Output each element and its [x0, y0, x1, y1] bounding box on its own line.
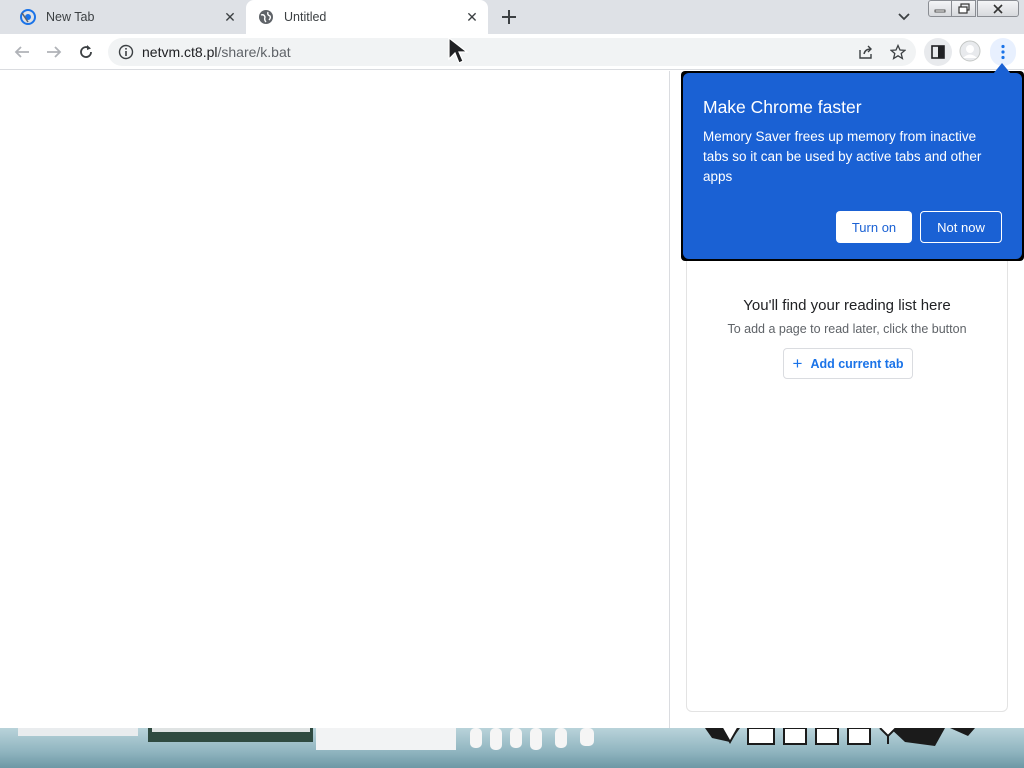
bookmark-star-button[interactable]	[886, 40, 910, 64]
reload-icon	[80, 45, 92, 58]
plus-icon: +	[792, 354, 803, 373]
add-current-tab-button[interactable]: + Add current tab	[783, 348, 913, 379]
tab-search-button[interactable]	[894, 8, 914, 26]
tab-title: Untitled	[284, 10, 327, 24]
profile-button[interactable]	[958, 39, 982, 63]
address-bar[interactable]: netvm.ct8.pl/share/k.bat	[108, 38, 916, 66]
close-tab-icon[interactable]: ✕	[220, 7, 240, 27]
not-now-button[interactable]: Not now	[920, 211, 1002, 243]
star-icon	[890, 44, 906, 60]
reading-list-empty-title: You'll find your reading list here	[743, 297, 951, 314]
chrome-newtab-icon	[20, 9, 36, 25]
url-host: netvm.ct8.pl	[142, 44, 218, 60]
close-tab-icon[interactable]: ✕	[462, 7, 482, 27]
tab-new-tab[interactable]: New Tab ✕	[8, 0, 246, 34]
reading-list-empty-subtitle: To add a page to read later, click the b…	[727, 322, 967, 336]
promo-body: Memory Saver frees up memory from inacti…	[703, 129, 982, 184]
new-tab-button[interactable]	[497, 6, 521, 28]
globe-icon	[259, 10, 273, 24]
chrome-menu-button[interactable]	[990, 38, 1016, 66]
desktop-wallpaper	[0, 728, 1024, 768]
mouse-cursor-icon	[448, 37, 469, 64]
url-path: /share/k.bat	[217, 44, 291, 60]
tab-title: New Tab	[46, 10, 95, 24]
back-button[interactable]	[10, 40, 34, 64]
info-icon[interactable]	[118, 44, 134, 60]
kebab-menu-icon	[1001, 44, 1005, 60]
forward-arrow-icon	[47, 46, 62, 58]
tab-strip: New Tab ✕ Untitled ✕	[0, 0, 1024, 34]
close-icon	[993, 3, 1003, 14]
share-icon	[859, 45, 872, 59]
restore-button[interactable]	[951, 0, 976, 17]
forward-button[interactable]	[42, 40, 66, 64]
minimize-button[interactable]	[928, 0, 952, 17]
tab-untitled[interactable]: Untitled ✕	[246, 0, 488, 34]
chevron-down-icon	[898, 13, 910, 21]
wallpaper-image	[18, 728, 975, 750]
reading-list-card: You'll find your reading list here To ad…	[686, 256, 1008, 712]
restore-icon	[957, 3, 970, 14]
memory-saver-promo-bubble: Make Chrome faster Memory Saver frees up…	[683, 73, 1022, 259]
share-button[interactable]	[854, 40, 878, 64]
plus-icon	[502, 10, 516, 24]
back-arrow-icon	[14, 46, 29, 58]
add-current-tab-label: Add current tab	[810, 356, 904, 371]
reload-button[interactable]	[74, 40, 98, 64]
page-content[interactable]	[0, 71, 670, 728]
browser-toolbar: netvm.ct8.pl/share/k.bat	[0, 34, 1024, 70]
avatar-icon	[959, 40, 981, 62]
side-panel-icon	[931, 45, 945, 59]
promo-title: Make Chrome faster	[703, 97, 862, 117]
turn-on-button[interactable]: Turn on	[836, 211, 912, 243]
minimize-icon	[934, 9, 946, 12]
side-panel-button[interactable]	[924, 38, 952, 66]
close-window-button[interactable]	[977, 0, 1019, 17]
